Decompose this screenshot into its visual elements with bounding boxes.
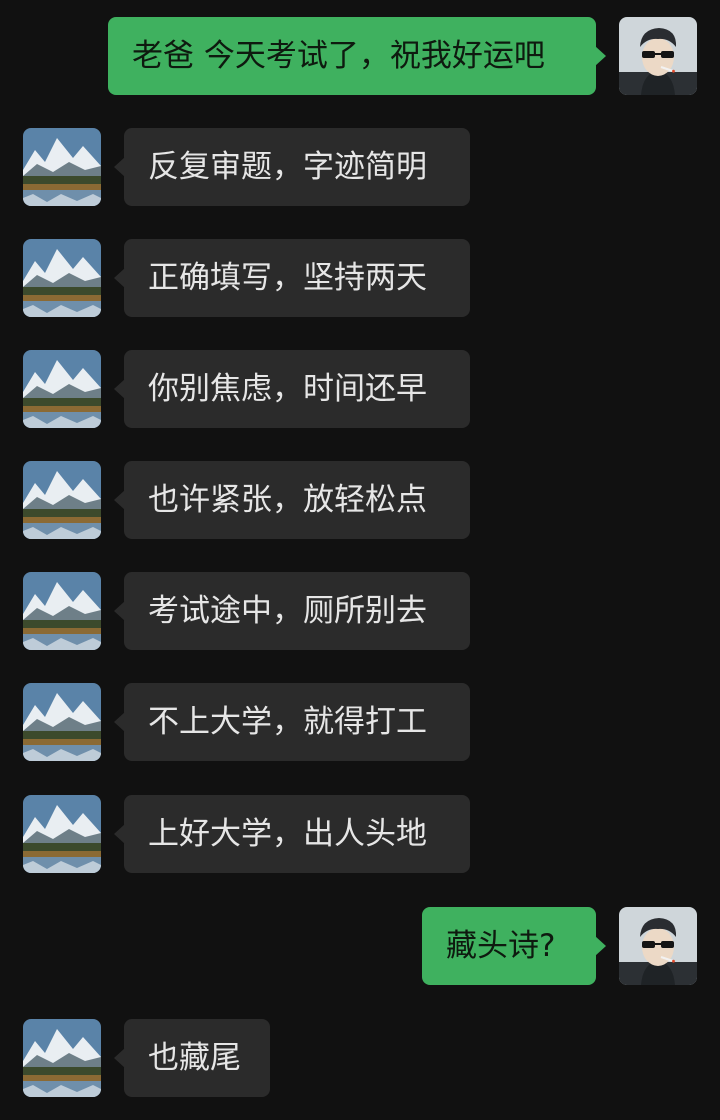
message-text: 正确填写，坚持两天 <box>148 260 427 296</box>
dad-avatar[interactable] <box>23 239 101 317</box>
message-bubble-incoming[interactable]: 上好大学，出人头地 <box>114 795 470 873</box>
message-text: 你别焦虑，时间还早 <box>148 371 427 407</box>
message-text: 也藏尾 <box>148 1040 241 1076</box>
dad-avatar[interactable] <box>23 461 101 539</box>
message-bubble-incoming[interactable]: 不上大学，就得打工 <box>114 683 470 761</box>
message-bubble-incoming[interactable]: 也许紧张，放轻松点 <box>114 461 470 539</box>
message-row-incoming: 正确填写，坚持两天 <box>0 239 720 319</box>
dad-avatar[interactable] <box>23 572 101 650</box>
message-bubble-incoming[interactable]: 也藏尾 <box>114 1019 270 1097</box>
dad-avatar[interactable] <box>23 128 101 206</box>
message-row-incoming: 反复审题，字迹简明 <box>0 128 720 208</box>
message-text: 不上大学，就得打工 <box>148 704 427 740</box>
message-bubble-incoming[interactable]: 考试途中，厕所别去 <box>114 572 470 650</box>
message-row-incoming: 上好大学，出人头地 <box>0 795 720 875</box>
dad-avatar[interactable] <box>23 795 101 873</box>
message-row-incoming: 也许紧张，放轻松点 <box>0 461 720 541</box>
message-text: 也许紧张，放轻松点 <box>148 482 427 518</box>
dad-avatar[interactable] <box>23 1019 101 1097</box>
message-text: 藏头诗? <box>446 928 556 964</box>
chat-message-list: 老爸 今天考试了，祝我好运吧 反复审题，字迹简明 正确填写，坚持两天 你别焦虑，… <box>0 0 720 1120</box>
dad-avatar[interactable] <box>23 350 101 428</box>
my-avatar[interactable] <box>619 17 697 95</box>
message-row-outgoing: 藏头诗? <box>0 907 720 987</box>
message-bubble-incoming[interactable]: 反复审题，字迹简明 <box>114 128 470 206</box>
message-text: 考试途中，厕所别去 <box>148 593 427 629</box>
message-bubble-outgoing[interactable]: 藏头诗? <box>422 907 606 985</box>
my-avatar[interactable] <box>619 907 697 985</box>
message-text: 上好大学，出人头地 <box>148 816 427 852</box>
message-bubble-incoming[interactable]: 正确填写，坚持两天 <box>114 239 470 317</box>
message-row-incoming: 考试途中，厕所别去 <box>0 572 720 652</box>
message-row-incoming: 不上大学，就得打工 <box>0 683 720 763</box>
message-text: 老爸 今天考试了，祝我好运吧 <box>132 38 545 74</box>
message-bubble-incoming[interactable]: 你别焦虑，时间还早 <box>114 350 470 428</box>
message-row-outgoing: 老爸 今天考试了，祝我好运吧 <box>0 17 720 97</box>
message-row-incoming: 也藏尾 <box>0 1019 720 1099</box>
dad-avatar[interactable] <box>23 683 101 761</box>
message-row-incoming: 你别焦虑，时间还早 <box>0 350 720 430</box>
message-bubble-outgoing[interactable]: 老爸 今天考试了，祝我好运吧 <box>108 17 606 95</box>
message-text: 反复审题，字迹简明 <box>148 149 427 185</box>
